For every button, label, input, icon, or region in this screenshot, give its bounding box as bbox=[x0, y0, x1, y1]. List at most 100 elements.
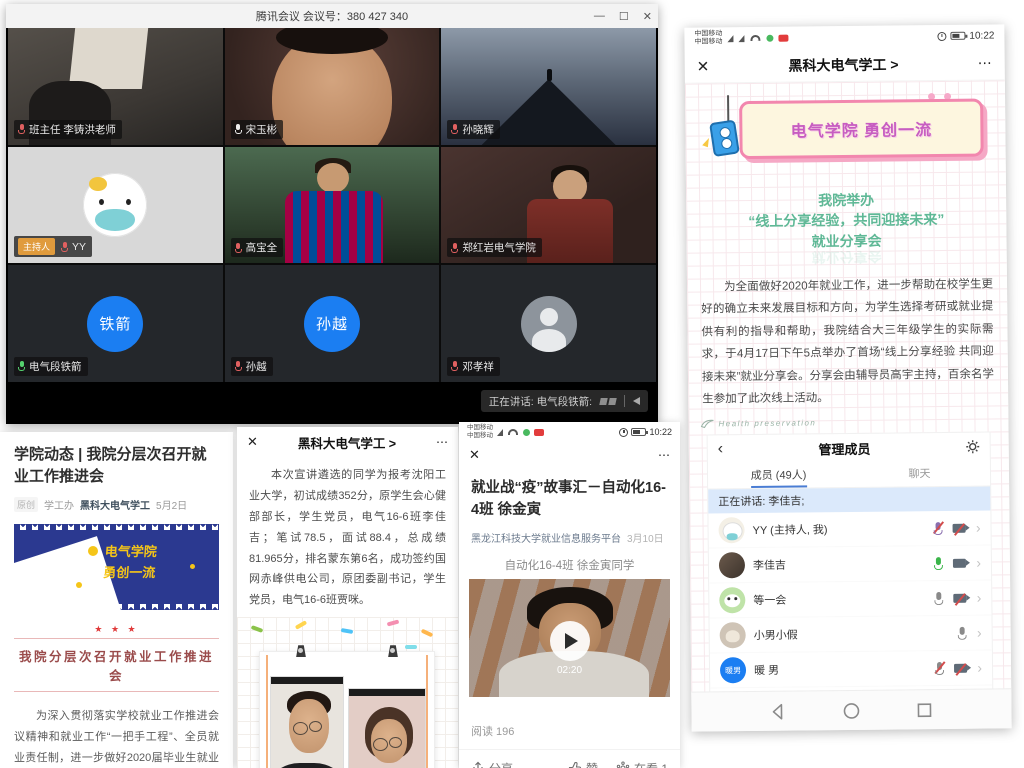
mic-muted-icon bbox=[235, 361, 242, 371]
participant-name: 孙越 bbox=[246, 359, 267, 374]
banner-line1: 电气学院 bbox=[104, 542, 157, 563]
camera-off-icon[interactable] bbox=[954, 664, 967, 673]
close-icon[interactable]: ✕ bbox=[697, 57, 710, 75]
recents-nav-icon[interactable] bbox=[916, 701, 934, 719]
date: 5月2日 bbox=[156, 497, 187, 512]
chevron-right-icon[interactable]: › bbox=[976, 521, 981, 535]
like-label[interactable]: 赞 bbox=[586, 760, 598, 768]
share-label[interactable]: 分享 bbox=[489, 760, 513, 768]
banner-text: 电气学院 勇创一流 bbox=[791, 116, 933, 141]
member-row[interactable]: 等一会 › bbox=[709, 581, 991, 619]
member-row[interactable]: 暖男 暖 男 › bbox=[710, 651, 992, 689]
mic-icon[interactable] bbox=[958, 627, 967, 640]
tab-chat[interactable]: 聊天 bbox=[849, 461, 990, 487]
minimize-button[interactable]: — bbox=[594, 10, 605, 22]
video-caption: 自动化16-4班 徐金寅同学 bbox=[459, 557, 680, 573]
phone-screenshot-article: 中国移动 中国移动 10:22 ✕ 黑科大电气学工 > ⋯ 电气学院 勇创一流 bbox=[684, 24, 1011, 731]
member-row[interactable]: YY (主持人, 我) › bbox=[708, 511, 990, 549]
more-icon[interactable]: ⋯ bbox=[436, 435, 448, 449]
video-tile[interactable]: 宋玉彬 bbox=[225, 28, 440, 145]
panel-tabs: 成员 (49人) 聊天 bbox=[708, 461, 990, 490]
more-icon[interactable]: ⋯ bbox=[658, 448, 670, 462]
mic-muted-icon bbox=[18, 124, 25, 134]
signal-icon bbox=[727, 35, 733, 42]
banner-card: 电气学院 勇创一流 bbox=[739, 99, 984, 160]
mic-icon[interactable] bbox=[935, 592, 944, 605]
account-link[interactable]: 黑科大电气学工 bbox=[80, 497, 150, 512]
back-nav-icon[interactable] bbox=[769, 702, 787, 720]
account-title[interactable]: 黑科大电气学工 > bbox=[709, 53, 978, 76]
wow-icon[interactable] bbox=[616, 761, 630, 768]
status-time: 10:22 bbox=[649, 427, 672, 437]
notification-badge-icon bbox=[534, 429, 544, 436]
video-tile[interactable]: 高宝全 bbox=[225, 147, 440, 264]
meeting-title: 腾讯会议 会议号：380 427 340 bbox=[256, 8, 408, 24]
chevron-right-icon[interactable]: › bbox=[976, 556, 981, 570]
confetti bbox=[421, 629, 434, 638]
close-button[interactable]: ✕ bbox=[643, 10, 652, 23]
wow-label[interactable]: 在看 1 bbox=[634, 760, 668, 768]
host-badge: 主持人 bbox=[18, 238, 55, 255]
selfie-photo-female bbox=[348, 688, 426, 768]
chevron-right-icon[interactable]: › bbox=[977, 626, 982, 640]
participant-name: 宋玉彬 bbox=[246, 122, 278, 137]
home-nav-icon[interactable] bbox=[842, 701, 860, 719]
gear-icon[interactable] bbox=[966, 440, 980, 454]
more-icon[interactable]: ⋯ bbox=[978, 54, 993, 71]
participant-label: 孙晓辉 bbox=[447, 120, 500, 139]
panel-title: 管理成员 bbox=[723, 438, 966, 460]
participant-label: 班主任 李铸洪老师 bbox=[14, 120, 122, 139]
participant-label: 电气段铁箭 bbox=[14, 357, 88, 376]
mic-muted-icon[interactable] bbox=[934, 522, 943, 535]
original-badge: 原创 bbox=[14, 497, 38, 512]
mic-muted-icon[interactable] bbox=[935, 662, 944, 675]
article-nav-bar: ✕ ⋯ bbox=[459, 442, 680, 468]
carrier-2: 中国移动 bbox=[467, 432, 493, 440]
camera-off-icon[interactable] bbox=[953, 524, 966, 533]
mic-active-icon[interactable] bbox=[934, 557, 943, 570]
video-tile[interactable]: 铁箭 电气段铁箭 bbox=[8, 265, 223, 382]
article-banner: 电气学院 勇创一流 bbox=[701, 91, 990, 186]
maximize-button[interactable]: ☐ bbox=[619, 10, 629, 23]
wifi-icon bbox=[508, 429, 518, 435]
share-icon[interactable] bbox=[471, 761, 485, 768]
close-icon[interactable]: ✕ bbox=[247, 434, 258, 450]
participant-label: 高宝全 bbox=[231, 238, 284, 257]
member-row[interactable]: 小男小假 › bbox=[710, 616, 992, 654]
chevron-right-icon[interactable]: › bbox=[977, 661, 982, 675]
speaking-text: 正在讲话: 电气段铁箭: bbox=[489, 394, 592, 409]
video-tile[interactable]: 孙晓辉 bbox=[441, 28, 656, 145]
close-icon[interactable]: ✕ bbox=[469, 447, 480, 463]
participant-name: 电气段铁箭 bbox=[29, 359, 82, 374]
carrier-1: 中国移动 bbox=[694, 30, 722, 39]
participant-name: 高宝全 bbox=[246, 240, 278, 255]
layout-switch-icon[interactable] bbox=[600, 398, 616, 405]
vpn-icon bbox=[766, 34, 773, 41]
play-button[interactable] bbox=[550, 621, 590, 661]
tab-members[interactable]: 成员 (49人) bbox=[708, 462, 849, 488]
account-title[interactable]: 黑科大电气学工 > bbox=[258, 433, 436, 452]
video-player[interactable]: 02:20 bbox=[469, 579, 670, 697]
video-tile[interactable]: 邓孝祥 bbox=[441, 265, 656, 382]
account-link[interactable]: 黑龙江科技大学就业信息服务平台 bbox=[471, 530, 621, 545]
camera-icon[interactable] bbox=[953, 559, 966, 568]
phone-status-bar: 中国移动 中国移动 10:22 bbox=[459, 422, 680, 442]
member-row[interactable]: 李佳吉 › bbox=[709, 546, 991, 584]
video-tile[interactable]: 班主任 李铸洪老师 bbox=[8, 28, 223, 145]
carrier-labels: 中国移动 中国移动 bbox=[467, 424, 493, 440]
collapse-arrow-icon[interactable] bbox=[633, 397, 640, 405]
video-tile[interactable]: 孙越 孙越 bbox=[225, 265, 440, 382]
meeting-titlebar[interactable]: 腾讯会议 会议号：380 427 340 bbox=[6, 4, 658, 28]
chevron-right-icon[interactable]: › bbox=[977, 591, 982, 605]
video-tile[interactable]: 主持人 YY bbox=[8, 147, 223, 264]
article-title: 就业战“疫”故事汇－自动化16-4班 徐金寅 bbox=[459, 468, 680, 522]
zigzag-decoration bbox=[14, 604, 219, 610]
avatar bbox=[718, 518, 744, 544]
article-paragraph: 为全面做好2020年就业工作，进一步帮助在校学生更好的确立未来发展目标和方向，为… bbox=[701, 273, 994, 411]
like-icon[interactable] bbox=[568, 761, 582, 768]
initials-avatar: 铁箭 bbox=[87, 296, 143, 352]
camera-off-icon[interactable] bbox=[954, 594, 967, 603]
video-tile[interactable]: 郑红岩电气学院 bbox=[441, 147, 656, 264]
banner-text: 电气学院 勇创一流 bbox=[103, 542, 158, 584]
author: 学工办 bbox=[44, 497, 74, 512]
